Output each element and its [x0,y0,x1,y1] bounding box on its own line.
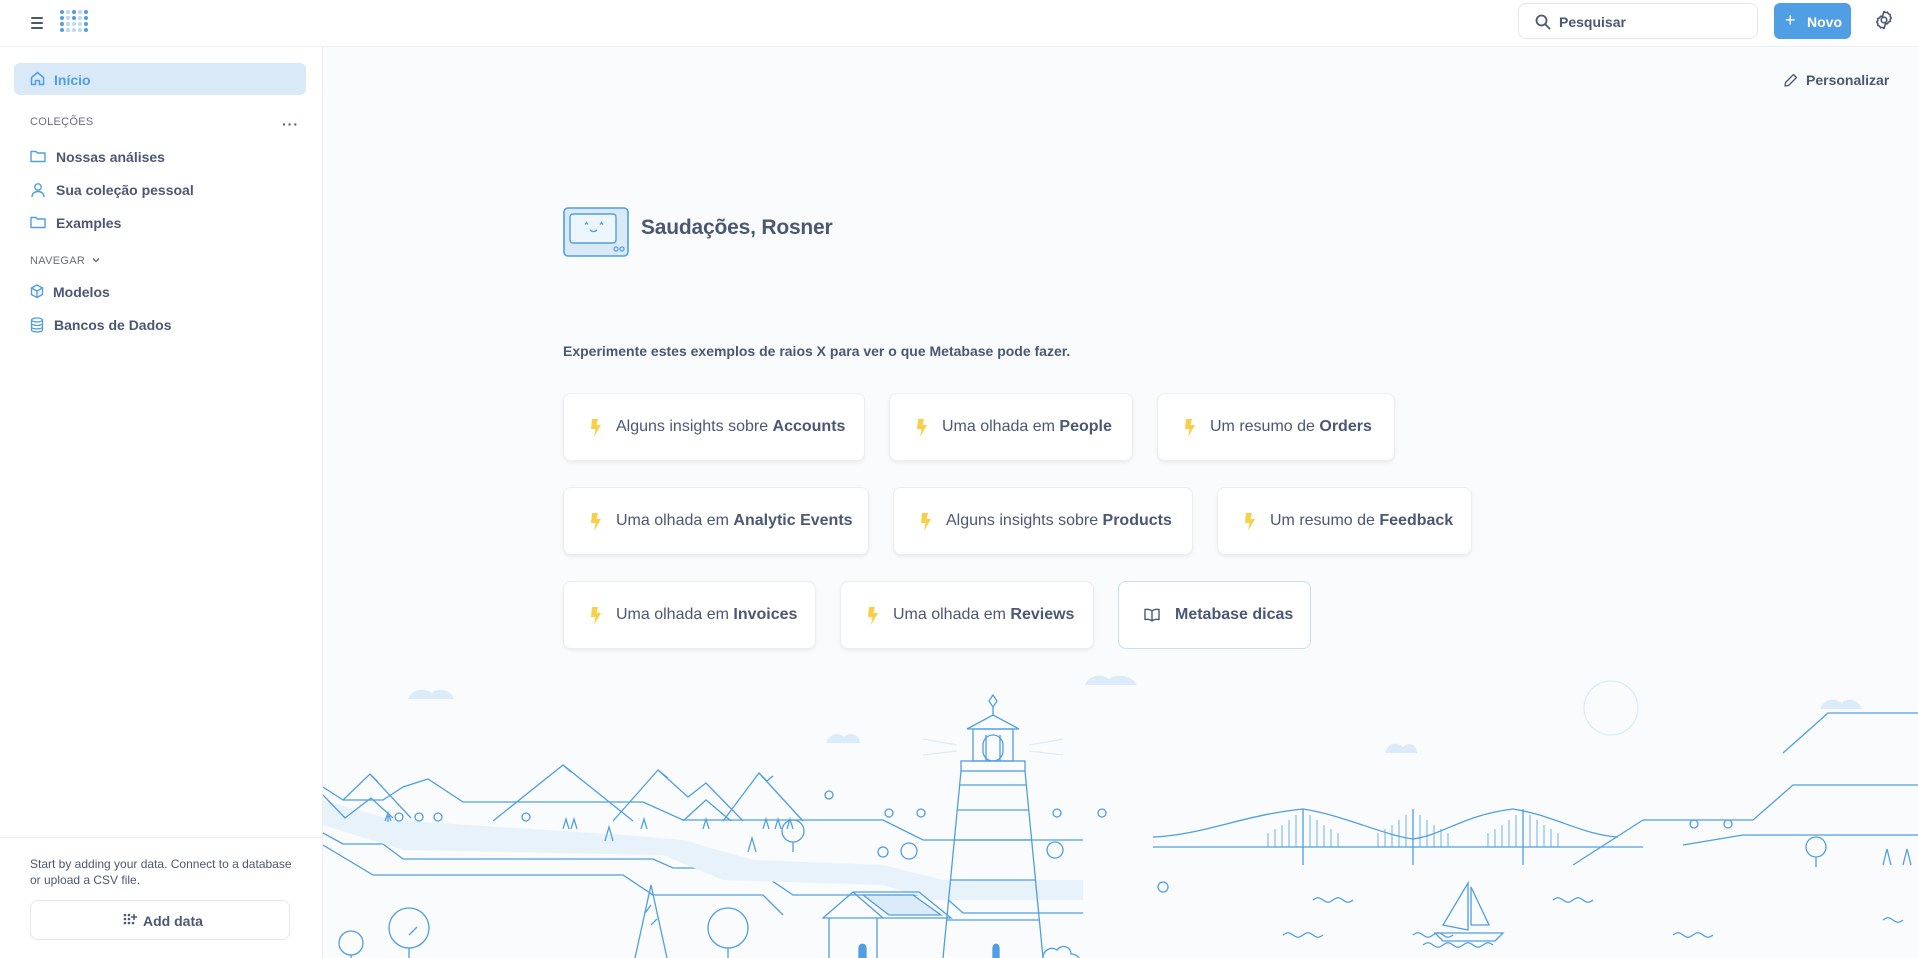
sidebar-item-label: Examples [56,215,122,231]
xray-card-label: Uma olhada em Invoices [616,606,798,623]
landscape-illustration [323,675,1918,958]
bolt-icon [917,419,927,437]
new-button-label: Novo [1807,14,1842,30]
home-icon [30,71,45,86]
add-data-icon [123,913,137,925]
add-data-label: Add data [143,913,203,929]
xray-intro-text: Experimente estes exemplos de raios X pa… [563,343,1071,359]
browse-header-label: NAVEGAR [30,255,86,267]
sidebar-item-label: Bancos de Dados [54,317,172,333]
metabase-tips-card[interactable]: Metabase dicas [1118,581,1311,649]
top-navbar: Pesquisar + Novo [0,0,1918,47]
folder-icon [30,150,46,163]
bolt-icon [591,419,601,437]
metabase-tips-label: Metabase dicas [1175,606,1294,623]
sidebar-item-examples[interactable]: Examples [30,212,280,234]
bolt-icon [868,607,878,625]
collections-options-icon[interactable]: ··· [282,116,299,132]
sidebar-item-label: Nossas análises [56,149,165,165]
person-icon [31,183,45,198]
xray-card-orders[interactable]: Um resumo de Orders [1157,393,1395,461]
gear-icon[interactable] [1874,10,1894,30]
xray-card-analytic-events[interactable]: Uma olhada em Analytic Events [563,487,869,555]
search-input[interactable]: Pesquisar [1518,3,1758,39]
bolt-icon [1245,513,1255,531]
sidebar-footer: Start by adding your data. Connect to a … [0,837,323,940]
bolt-icon [591,513,601,531]
bolt-icon [1185,419,1195,437]
bolt-icon [921,513,931,531]
pencil-icon [1784,73,1798,87]
sidebar-item-label: Início [54,72,91,88]
xray-card-products[interactable]: Alguns insights sobre Products [893,487,1193,555]
cube-icon [30,284,44,299]
bolt-icon [591,607,601,625]
xray-card-label: Uma olhada em Analytic Events [616,512,853,529]
sidebar-item-label: Modelos [53,284,110,300]
customize-label: Personalizar [1806,72,1890,88]
browse-header[interactable]: NAVEGAR [30,255,101,267]
database-icon [30,317,44,333]
xray-card-people[interactable]: Uma olhada em People [889,393,1133,461]
xray-card-label: Alguns insights sobre Accounts [616,418,846,435]
search-placeholder: Pesquisar [1559,14,1626,30]
xray-card-label: Um resumo de Orders [1210,418,1372,435]
metabase-logo[interactable] [58,6,88,38]
sidebar-item-label: Sua coleção pessoal [56,182,194,198]
add-data-button[interactable]: Add data [30,900,290,940]
add-data-hint: Start by adding your data. Connect to a … [30,857,292,887]
sidebar-item-home[interactable]: Início [14,63,306,95]
sidebar-item-nossas-analises[interactable]: Nossas análises [30,146,280,168]
sidebar-item-modelos[interactable]: Modelos [30,281,280,303]
folder-icon [30,216,46,229]
collections-header: COLEÇÕES [30,116,94,128]
xray-card-accounts[interactable]: Alguns insights sobre Accounts [563,393,865,461]
xray-card-feedback[interactable]: Um resumo de Feedback [1217,487,1472,555]
sidebar: Início COLEÇÕES ··· Nossas análises Sua … [0,47,323,958]
xray-card-label: Uma olhada em Reviews [893,606,1075,623]
book-icon [1144,608,1160,622]
xray-card-invoices[interactable]: Uma olhada em Invoices [563,581,816,649]
new-button[interactable]: + Novo [1774,3,1851,39]
xray-card-reviews[interactable]: Uma olhada em Reviews [840,581,1094,649]
greeting-heading: Saudações, Rosner [641,216,833,239]
xray-card-label: Um resumo de Feedback [1270,512,1454,529]
xray-card-label: Alguns insights sobre Products [946,512,1172,529]
chevron-down-icon [92,258,100,263]
metabot-icon [563,207,629,257]
xray-card-label: Uma olhada em People [942,418,1112,435]
sidebar-item-sua-colecao-pessoal[interactable]: Sua coleção pessoal [30,179,280,201]
plus-icon: + [1785,10,1796,30]
search-icon [1535,14,1551,30]
sidebar-item-bancos-de-dados[interactable]: Bancos de Dados [30,314,280,336]
menu-toggle-icon[interactable] [28,13,48,33]
